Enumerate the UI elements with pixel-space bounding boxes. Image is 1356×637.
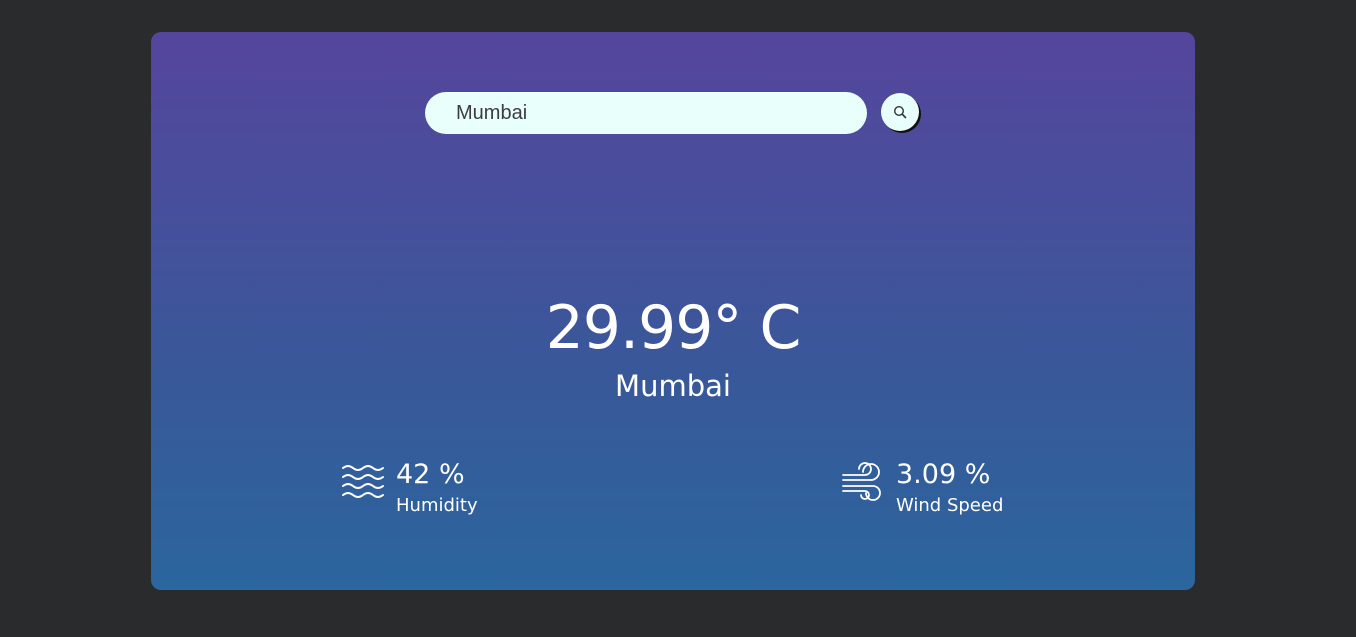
wind-icon <box>842 462 881 501</box>
temperature-value: 29.99° C <box>545 293 802 363</box>
humidity-value: 42 % <box>396 459 465 490</box>
wind-value: 3.09 % <box>896 459 991 490</box>
wind-label: Wind Speed <box>896 495 1004 516</box>
humidity-label: Humidity <box>396 495 478 516</box>
wind-stat: 3.09 % Wind Speed <box>841 458 1003 520</box>
humidity-text: 42 % Humidity <box>396 458 478 520</box>
weather-card: 29.99° C Mumbai 42 % Humidity 3.09 <box>151 32 1195 590</box>
city-search-input[interactable] <box>425 92 867 134</box>
city-name: Mumbai <box>615 369 731 403</box>
wind-text: 3.09 % Wind Speed <box>896 458 1003 520</box>
search-icon <box>893 105 907 119</box>
humidity-waves-icon <box>342 465 384 498</box>
humidity-stat: 42 % Humidity <box>341 458 478 520</box>
search-button[interactable] <box>881 93 919 131</box>
